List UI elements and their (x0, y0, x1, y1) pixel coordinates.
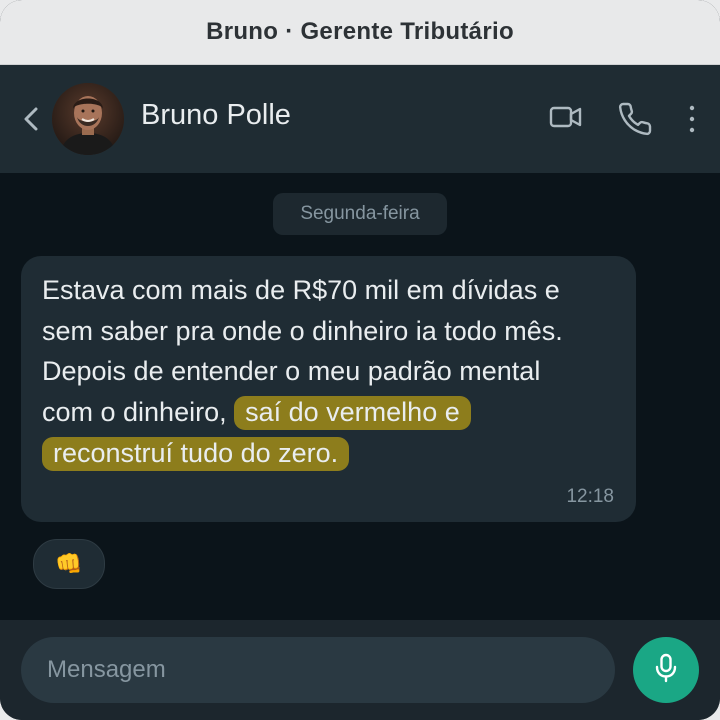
message-line: Estava com mais de R$70 mil em dívidas e (42, 275, 560, 305)
message-time: 12:18 (566, 486, 614, 507)
back-chevron-icon[interactable] (20, 103, 44, 135)
message-line: Depois de entender o meu padrão mental (42, 356, 541, 386)
message-line: sem saber pra onde o dinheiro ia todo mê… (42, 316, 563, 346)
reaction-badge[interactable]: 👊 (33, 539, 105, 589)
phone-icon[interactable] (617, 101, 653, 142)
microphone-icon (652, 653, 680, 688)
highlighted-text: saí do vermelho e (234, 396, 471, 430)
message-list: Segunda-feira Estava com mais de R$70 mi… (0, 173, 720, 620)
window-title: Bruno · Gerente Tributário (206, 18, 514, 45)
avatar[interactable] (52, 83, 124, 155)
chat-header: Bruno Polle (0, 65, 720, 173)
message-input[interactable] (21, 637, 615, 703)
highlighted-text: reconstruí tudo do zero. (42, 437, 350, 471)
message-bubble[interactable]: Estava com mais de R$70 mil em dívidas e… (21, 256, 636, 522)
message-text: com o dinheiro, (42, 397, 235, 427)
fist-emoji-icon: 👊 (55, 551, 83, 576)
video-camera-icon[interactable] (548, 101, 584, 138)
mic-button[interactable] (633, 637, 699, 703)
message-line: com o dinheiro, saí do vermelho e (42, 392, 471, 432)
composer-bar (0, 620, 720, 720)
contact-name[interactable]: Bruno Polle (141, 99, 291, 132)
window-titlebar: Bruno · Gerente Tributário (0, 0, 720, 65)
date-separator: Segunda-feira (273, 193, 447, 235)
chat-window: Bruno · Gerente Tributário Bruno Polle S… (0, 0, 720, 720)
more-vertical-icon[interactable] (684, 101, 700, 142)
message-line: reconstruí tudo do zero. (42, 433, 350, 473)
